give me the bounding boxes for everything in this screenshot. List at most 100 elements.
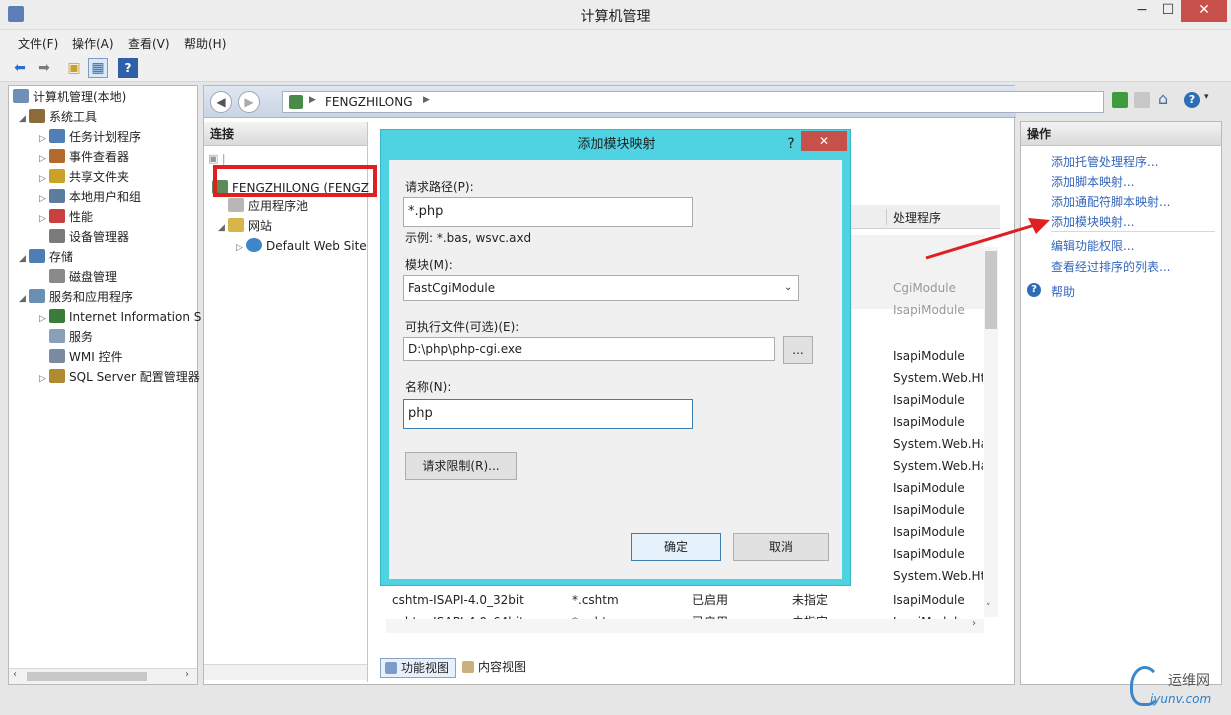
maximize-button[interactable]: ☐ [1151,0,1185,22]
close-button[interactable]: ✕ [1181,0,1227,22]
tree-item-label: 设备管理器 [69,230,130,244]
tree-item[interactable]: ◢ 服务和应用程序 [19,287,133,307]
action-link[interactable]: 添加模块映射... [1051,213,1134,230]
breadcrumb-chevron-icon: ▶ [423,95,430,105]
expand-toggle-icon[interactable]: ▷ [39,189,49,209]
menu-view[interactable]: 查看(V) [128,35,170,52]
default-site-node[interactable]: ▷ Default Web Site [236,236,367,256]
app-pools-label: 应用程序池 [248,199,309,213]
tree-item-label: 事件查看器 [69,150,130,164]
iis-back-icon[interactable]: ◀ [210,91,232,113]
server-node-highlight [213,165,377,197]
expand-toggle-icon[interactable]: ▷ [39,369,49,389]
tree-item[interactable]: ◢ 系统工具 [19,107,97,127]
handler-cell: IsapiModule [893,503,965,517]
name-input[interactable]: php [403,399,693,429]
tree-item-label: 服务和应用程序 [49,290,134,304]
app-pool-icon [228,198,244,212]
request-path-example: 示例: *.bas, wsvc.axd [405,231,532,245]
iis-forward-icon[interactable]: ▶ [238,91,260,113]
iis-address-box[interactable]: ▶ FENGZHILONG ▶ [282,91,1104,113]
expand-toggle-icon[interactable]: ▷ [39,209,49,229]
menu-file[interactable]: 文件(F) [18,35,58,52]
dropdown-arrow-icon[interactable]: ▾ [1204,92,1209,102]
request-restrictions-button[interactable]: 请求限制(R)... [405,452,517,480]
handler-cell [893,323,983,345]
tree-item[interactable]: 设备管理器 [39,227,129,247]
content-view-tab[interactable]: 内容视图 [458,658,534,678]
handler-cell: IsapiModule [893,303,965,317]
dialog-help-button[interactable]: ? [781,134,801,154]
action-link[interactable]: 添加脚本映射... [1051,173,1134,190]
expand-toggle-icon[interactable]: ▷ [39,309,49,329]
handler-cell: System.Web.Htt [893,371,983,385]
table-cell: IsapiModule [893,593,965,607]
iis-help-icon[interactable]: ? [1184,92,1200,108]
module-select[interactable]: FastCgiModule ⌄ [403,275,799,301]
tree-horizontal-scrollbar[interactable]: ‹ › [9,668,197,684]
tree-item[interactable]: ▷ 任务计划程序 [39,127,141,147]
app-pools-node[interactable]: 应用程序池 [228,196,308,216]
action-link[interactable]: 添加通配符脚本映射... [1051,193,1170,210]
expand-toggle-icon[interactable]: ◢ [19,289,29,309]
grid-vertical-scrollbar[interactable]: ˅ [984,247,998,617]
grid-horizontal-scrollbar[interactable]: › [386,618,984,633]
stop-icon[interactable] [1134,92,1150,108]
home-icon[interactable]: ⌂ [1158,90,1176,108]
expand-toggle-icon[interactable]: ◢ [19,249,29,269]
browse-button[interactable]: ... [783,336,813,364]
tree-item-icon [49,129,65,143]
expand-toggle-icon[interactable]: ▷ [39,149,49,169]
expand-toggle-icon[interactable]: ▷ [39,129,49,149]
action-link[interactable]: 编辑功能权限... [1051,237,1134,254]
tree-item[interactable]: ▷ Internet Information S [39,307,201,327]
tree-item[interactable]: ▷ 事件查看器 [39,147,129,167]
tree-item[interactable]: ▷ 共享文件夹 [39,167,129,187]
menu-action[interactable]: 操作(A) [72,35,114,52]
action-help[interactable]: 帮助 [1051,283,1075,300]
tree-item-label: 服务 [69,330,94,344]
sites-node[interactable]: ◢ 网站 [218,216,272,236]
expand-toggle-icon[interactable]: ◢ [19,109,29,129]
tree-item[interactable]: 服务 [39,327,93,347]
feature-view-icon [385,662,397,674]
connections-scrollbar[interactable] [204,664,367,680]
tree-root[interactable]: 计算机管理(本地) [13,87,126,107]
add-module-mapping-dialog: 添加模块映射 ? ✕ 请求路径(P): *.php 示例: *.bas, wsv… [380,129,851,586]
request-path-input[interactable]: *.php [403,197,693,227]
dialog-close-button[interactable]: ✕ [801,131,847,151]
breadcrumb-server[interactable]: FENGZHILONG [325,95,413,109]
table-cell: *.cshtm [572,593,619,607]
tree-item-icon [49,209,65,223]
executable-input[interactable]: D:\php\php-cgi.exe [403,337,775,361]
show-hide-tree-icon[interactable]: ▦ [88,58,108,78]
tree-item[interactable]: ◢ 存储 [19,247,73,267]
action-link[interactable]: 查看经过排序的列表... [1051,258,1170,275]
title-bar: 计算机管理 − ☐ ✕ [0,0,1231,30]
tree-item[interactable]: ▷ 性能 [39,207,93,227]
refresh-icon[interactable] [1112,92,1128,108]
ok-button[interactable]: 确定 [631,533,721,561]
back-arrow-icon[interactable]: ⬅ [10,58,30,78]
tree-item-icon [49,309,65,323]
action-link[interactable]: 添加托管处理程序... [1051,153,1158,170]
cancel-button[interactable]: 取消 [733,533,829,561]
console-tree: 计算机管理(本地) ◢ 系统工具 ▷ 任务计划程序 ▷ 事件查看器 ▷ 共享文件夹 ▷ 本地用户和… [8,85,201,685]
expand-toggle-icon[interactable]: ▷ [39,169,49,189]
help-icon[interactable]: ? [118,58,138,78]
handler-cell: IsapiModule [893,547,965,561]
table-row[interactable]: cshtm-ISAPI-4.0_32bit *.cshtm 已启用 未指定 IsapiM… [386,589,984,611]
tree-item[interactable]: WMI 控件 [39,347,123,367]
computer-icon [13,89,29,103]
tree-item-label: 磁盘管理 [69,270,118,284]
handler-cell: System.Web.Ha [893,459,983,473]
forward-arrow-icon[interactable]: ➡ [34,58,54,78]
tree-item-label: 本地用户和组 [69,190,142,204]
tree-item[interactable]: ▷ 本地用户和组 [39,187,141,207]
tree-item[interactable]: 磁盘管理 [39,267,117,287]
feature-view-tab[interactable]: 功能视图 [380,658,456,678]
up-folder-icon[interactable]: ▣ [64,58,84,78]
tree-item[interactable]: ▷ SQL Server 配置管理器 [39,367,200,387]
menu-help[interactable]: 帮助(H) [184,35,226,52]
actions-divider [1051,231,1215,232]
